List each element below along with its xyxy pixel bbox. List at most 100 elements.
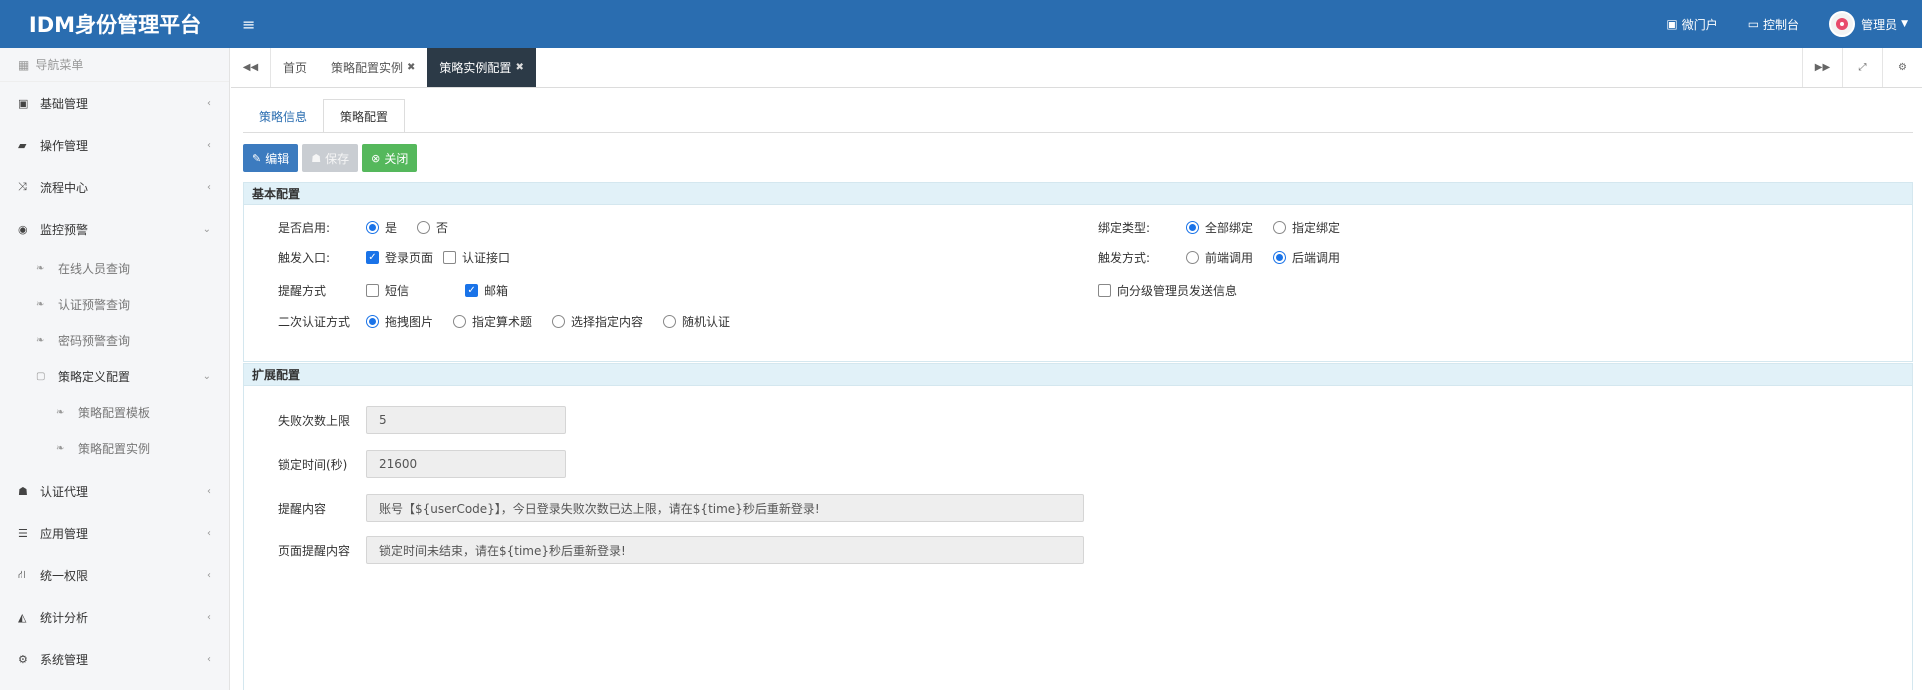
remind-content-input[interactable]: 账号【${userCode}】，今日登录失败次数已达上限，请在${time}秒后… [366, 494, 1084, 522]
chevron-left-icon: ‹ [207, 139, 211, 151]
trigger-front-radio[interactable]: 前端调用 [1186, 249, 1253, 266]
sidebar: ▦ 导航菜单 ▣ 基础管理 ‹ ▰ 操作管理 ‹ ⤨ 流程中心 ‹ ◉ 监控预警… [0, 48, 230, 690]
sidebar-subitem-password-alert[interactable]: ❧ 密码预警查询 [0, 322, 229, 358]
trigger-label: 触发方式: [1098, 250, 1151, 265]
sidebar-item-flow[interactable]: ⤨ 流程中心 ‹ [0, 166, 229, 208]
console-link[interactable]: ▭ 控制台 [1748, 16, 1799, 33]
sidebar-subitem-online[interactable]: ❧ 在线人员查询 [0, 250, 229, 286]
enable-yes-radio[interactable]: 是 [366, 219, 397, 236]
radio-unchecked [1186, 250, 1199, 264]
checkbox-unchecked [1098, 283, 1111, 297]
tab-bar-actions: ▶▶ ⤢ ⚙ [1802, 48, 1922, 87]
sidebar-subitem-strategy[interactable]: ▢ 策略定义配置 ⌄ [0, 358, 229, 394]
second-random-radio[interactable]: 随机认证 [663, 313, 730, 330]
sidebar-item-permission[interactable]: ⛙ 统一权限 ‹ [0, 554, 229, 596]
sidebar-subitem-strategy-instance[interactable]: ❧ 策略配置实例 [0, 430, 229, 466]
second-select-radio[interactable]: 选择指定内容 [552, 313, 643, 330]
sidebar-subitem-label: 策略配置实例 [78, 441, 151, 456]
basic-config-panel: 基本配置 是否启用: 是 否 绑定类型: 全部绑定 指定绑定 触发入口: ✓ 登录… [243, 182, 1913, 362]
toolbar: ✎ 编辑 ☗ 保存 ⊗ 关闭 [243, 144, 421, 172]
edit-icon: ✎ [252, 151, 262, 165]
page-remind-input[interactable]: 锁定时间未结束，请在${time}秒后重新登录! [366, 536, 1084, 564]
notify-admin-checkbox[interactable]: 向分级管理员发送信息 [1098, 282, 1237, 299]
lock-time-input[interactable]: 21600 [366, 450, 566, 478]
option-label: 邮箱 [484, 283, 509, 298]
fail-limit-input[interactable]: 5 [366, 406, 566, 434]
header-actions: ▣ 微门户 ▭ 控制台 管理员 ▼ [1666, 0, 1922, 48]
chevron-left-icon: ‹ [207, 97, 211, 109]
remind-sms-checkbox[interactable]: 短信 [366, 282, 409, 299]
sidebar-subitem-label: 策略配置模板 [78, 405, 151, 420]
tab-label: 策略实例配置 [439, 61, 512, 75]
entry-api-checkbox[interactable]: 认证接口 [443, 249, 510, 266]
chevron-down-icon: ⌄ [202, 223, 211, 235]
sidebar-subitem-strategy-template[interactable]: ❧ 策略配置模板 [0, 394, 229, 430]
radio-checked [366, 220, 379, 234]
radio-unchecked [663, 314, 677, 328]
extended-config-panel: 扩展配置 失败次数上限 5 锁定时间(秒) 21600 提醒内容 账号【${us… [243, 363, 1913, 690]
gears-icon: ⚙ [18, 652, 28, 666]
monitor-icon: ▭ [1747, 17, 1760, 31]
menu-toggle-icon[interactable]: ≡ [242, 15, 255, 34]
panel-title: 扩展配置 [244, 364, 1912, 386]
second-drag-radio[interactable]: 拖拽图片 [366, 313, 433, 330]
close-icon[interactable]: ✖ [515, 62, 523, 73]
tab-settings-button[interactable]: ⚙ [1882, 48, 1922, 87]
sidebar-item-auth-proxy[interactable]: ☗ 认证代理 ‹ [0, 470, 229, 512]
enable-no-radio[interactable]: 否 [417, 219, 448, 236]
main-content: 策略信息 策略配置 ✎ 编辑 ☗ 保存 ⊗ 关闭 基本配置 是否启用: 是 否 … [231, 89, 1922, 690]
sidebar-item-label: 基础管理 [40, 96, 89, 111]
portal-link[interactable]: ▣ 微门户 [1666, 16, 1717, 33]
location-pin-icon [1836, 18, 1849, 30]
fullscreen-button[interactable]: ⤢ [1842, 48, 1882, 87]
sidebar-subitem-label: 策略定义配置 [58, 369, 131, 384]
users-icon: ☗ [18, 484, 28, 498]
sidebar-item-app[interactable]: ☰ 应用管理 ‹ [0, 512, 229, 554]
id-card-icon: ▣ [18, 96, 29, 110]
sidebar-subitem-label: 认证预警查询 [58, 297, 131, 312]
tab-home[interactable]: 首页 [271, 48, 319, 87]
fail-limit-row: 失败次数上限 5 [278, 406, 566, 434]
sidebar-item-basic[interactable]: ▣ 基础管理 ‹ [0, 82, 229, 124]
sidebar-header: ▦ 导航菜单 [0, 48, 229, 82]
bind-specific-radio[interactable]: 指定绑定 [1273, 219, 1340, 236]
option-label: 随机认证 [682, 314, 731, 329]
tab-label: 首页 [283, 61, 308, 75]
remind-content-label: 提醒内容 [278, 501, 327, 516]
tab-strategy-instance[interactable]: 策略配置实例 ✖ [319, 48, 427, 87]
sitemap-icon: ⛙ [18, 567, 26, 581]
sidebar-item-system[interactable]: ⚙ 系统管理 ‹ [0, 638, 229, 680]
check-icon: ✓ [366, 250, 379, 264]
tab-scroll-left-button[interactable]: ◀◀ [231, 48, 271, 87]
chevron-left-icon: ‹ [207, 611, 211, 623]
bind-type-label: 绑定类型: [1098, 220, 1151, 235]
chevron-down-icon: ⌄ [202, 370, 211, 382]
tab-scroll-right-button[interactable]: ▶▶ [1802, 48, 1842, 87]
sidebar-item-monitor[interactable]: ◉ 监控预警 ⌄ [0, 208, 229, 250]
trigger-row: 触发方式: 前端调用 后端调用 [1098, 247, 1360, 267]
lock-time-row: 锁定时间(秒) 21600 [278, 450, 566, 478]
close-icon[interactable]: ✖ [407, 62, 415, 73]
remind-label: 提醒方式 [278, 283, 327, 298]
trigger-back-radio[interactable]: 后端调用 [1273, 249, 1340, 266]
enable-label: 是否启用: [278, 220, 331, 235]
subtab-strategy-config[interactable]: 策略配置 [323, 99, 406, 133]
bind-type-row: 绑定类型: 全部绑定 指定绑定 [1098, 217, 1360, 237]
sidebar-subitem-auth-alert[interactable]: ❧ 认证预警查询 [0, 286, 229, 322]
user-menu[interactable]: 管理员 ▼ [1829, 11, 1908, 37]
save-button[interactable]: ☗ 保存 [302, 144, 359, 172]
entry-login-checkbox[interactable]: ✓ 登录页面 [366, 249, 433, 266]
chevron-left-icon: ‹ [207, 181, 211, 193]
close-button[interactable]: ⊗ 关闭 [362, 144, 418, 172]
second-math-radio[interactable]: 指定算术题 [453, 313, 532, 330]
subtab-strategy-info[interactable]: 策略信息 [243, 99, 323, 133]
user-name: 管理员 [1861, 17, 1898, 32]
sidebar-item-label: 统计分析 [40, 610, 89, 625]
sidebar-item-stats[interactable]: ◭ 统计分析 ‹ [0, 596, 229, 638]
remind-mail-checkbox[interactable]: ✓ 邮箱 [465, 282, 508, 299]
leaf-icon: ❧ [56, 442, 65, 454]
bind-all-radio[interactable]: 全部绑定 [1186, 219, 1253, 236]
tab-strategy-instance-config[interactable]: 策略实例配置 ✖ [427, 48, 536, 87]
edit-button[interactable]: ✎ 编辑 [243, 144, 299, 172]
sidebar-item-operation[interactable]: ▰ 操作管理 ‹ [0, 124, 229, 166]
